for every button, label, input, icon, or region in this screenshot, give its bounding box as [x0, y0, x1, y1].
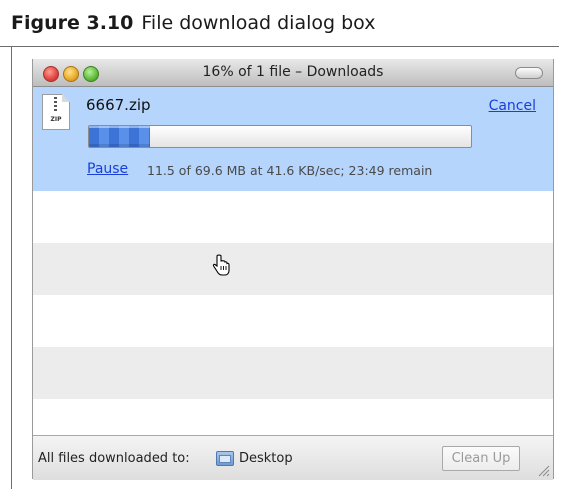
title-bar[interactable]: 16% of 1 file – Downloads: [33, 59, 553, 87]
list-row-empty: [33, 295, 553, 347]
download-status: 11.5 of 69.6 MB at 41.6 KB/sec; 23:49 re…: [147, 163, 433, 178]
downloads-window: 16% of 1 file – Downloads ZIP 6667.zip C…: [32, 59, 554, 480]
figure-title: File download dialog box: [141, 12, 376, 34]
figure-left-border: [11, 46, 12, 489]
window-title: 16% of 1 file – Downloads: [202, 64, 384, 80]
folder-icon: [216, 451, 234, 466]
hand-cursor-icon: [212, 254, 230, 276]
download-progress-fill: [89, 126, 151, 147]
cancel-link[interactable]: Cancel: [489, 98, 536, 114]
zipper-icon: [54, 97, 57, 112]
zip-file-icon: ZIP: [42, 94, 70, 130]
toolbar-toggle-button[interactable]: [515, 67, 543, 79]
list-row-empty: [33, 191, 553, 243]
status-bar: All files downloaded to: Desktop Clean U…: [33, 435, 553, 480]
figure-number: Figure 3.10: [11, 12, 134, 34]
pause-link[interactable]: Pause: [87, 161, 128, 177]
download-location-label: All files downloaded to:: [38, 451, 190, 466]
download-filename: 6667.zip: [86, 96, 151, 114]
list-row-empty: [33, 347, 553, 399]
resize-grip-icon[interactable]: [536, 463, 550, 477]
download-destination[interactable]: Desktop: [239, 451, 293, 466]
zip-icon-label: ZIP: [50, 116, 62, 123]
clean-up-button[interactable]: Clean Up: [442, 446, 520, 471]
figure-caption: Figure 3.10 File download dialog box: [11, 12, 375, 34]
download-row[interactable]: ZIP 6667.zip Cancel Pause 11.5 of 69.6 M…: [33, 87, 553, 191]
list-row-empty: [33, 243, 553, 295]
download-progress-bar: [88, 125, 472, 148]
caption-divider: [0, 46, 559, 47]
